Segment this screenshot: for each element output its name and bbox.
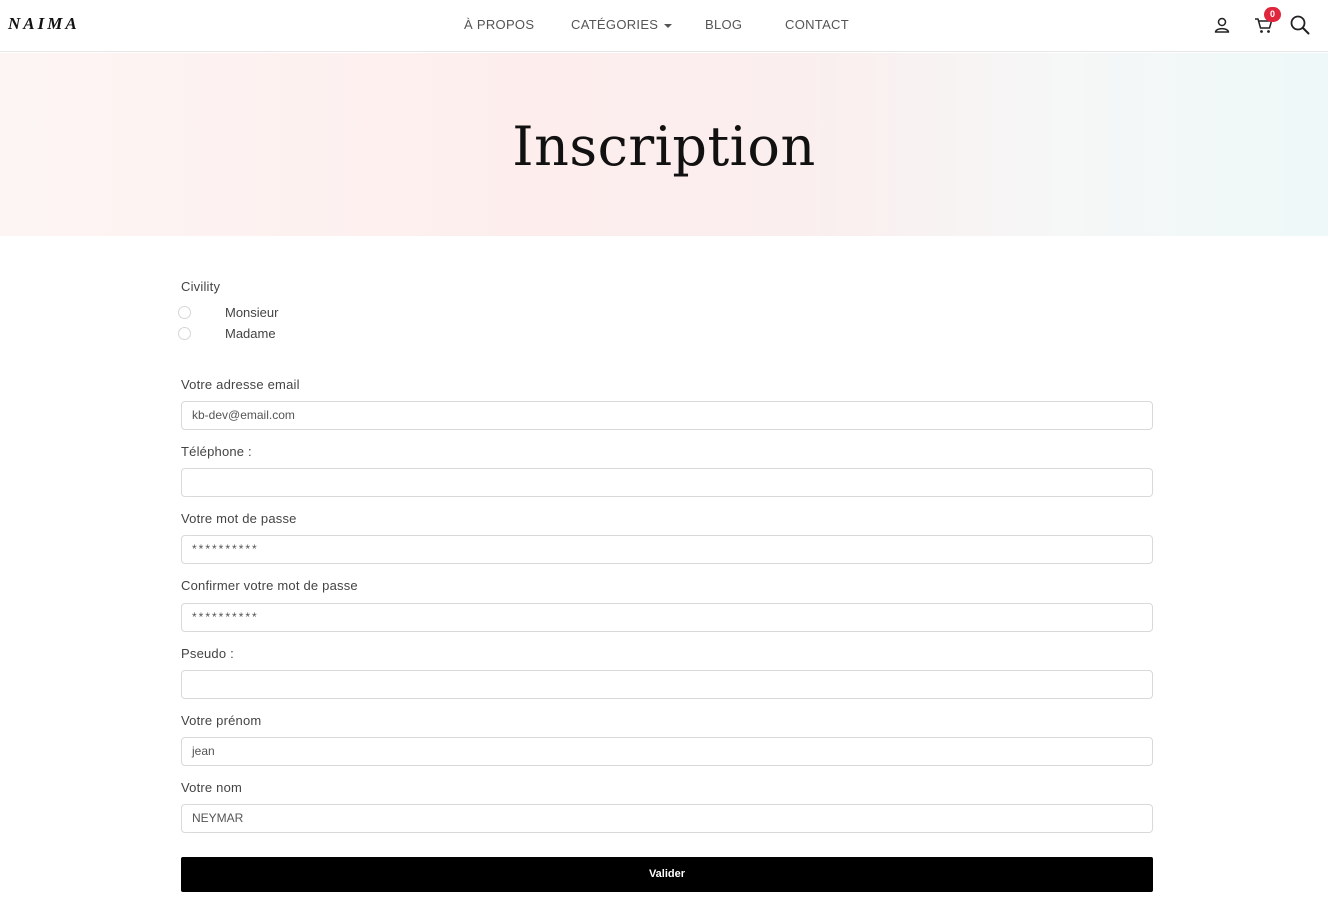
phone-label: Téléphone : [181,444,252,459]
pseudo-label: Pseudo : [181,646,234,661]
password-label: Votre mot de passe [181,511,297,526]
lastname-label: Votre nom [181,780,243,795]
confirm-password-label: Confirmer votre mot de passe [181,578,358,593]
email-field[interactable]: kb-dev@email.com [181,401,1153,430]
user-icon[interactable] [1211,14,1233,36]
radio-madame-label[interactable]: Madame [225,326,276,341]
radio-monsieur-label[interactable]: Monsieur [225,305,278,320]
email-label: Votre adresse email [181,377,300,392]
radio-madame[interactable] [178,327,191,340]
submit-button[interactable]: Valider [181,857,1153,892]
main-nav: À PROPOS CATÉGORIES BLOG CONTACT [0,0,1328,52]
page-title: Inscription [512,115,816,178]
nav-categories-label: CATÉGORIES [571,17,659,32]
top-navbar: NAIMA À PROPOS CATÉGORIES BLOG CONTACT 0 [0,0,1328,52]
nav-contact[interactable]: CONTACT [785,17,849,32]
pseudo-field[interactable] [181,670,1153,699]
chevron-down-icon [664,23,673,28]
phone-field[interactable] [181,468,1153,497]
password-field[interactable]: ********** [181,535,1153,564]
firstname-label: Votre prénom [181,713,262,728]
nav-categories[interactable]: CATÉGORIES [571,17,673,32]
nav-about[interactable]: À PROPOS [464,17,534,32]
civility-label: Civility [181,279,221,294]
radio-monsieur[interactable] [178,306,191,319]
lastname-field[interactable]: NEYMAR [181,804,1153,833]
cart-count-badge: 0 [1264,7,1281,22]
nav-blog[interactable]: BLOG [705,17,742,32]
page-hero: Inscription [0,53,1328,236]
search-icon[interactable] [1289,14,1311,36]
firstname-field[interactable]: jean [181,737,1153,766]
confirm-password-field[interactable]: ********** [181,603,1153,632]
